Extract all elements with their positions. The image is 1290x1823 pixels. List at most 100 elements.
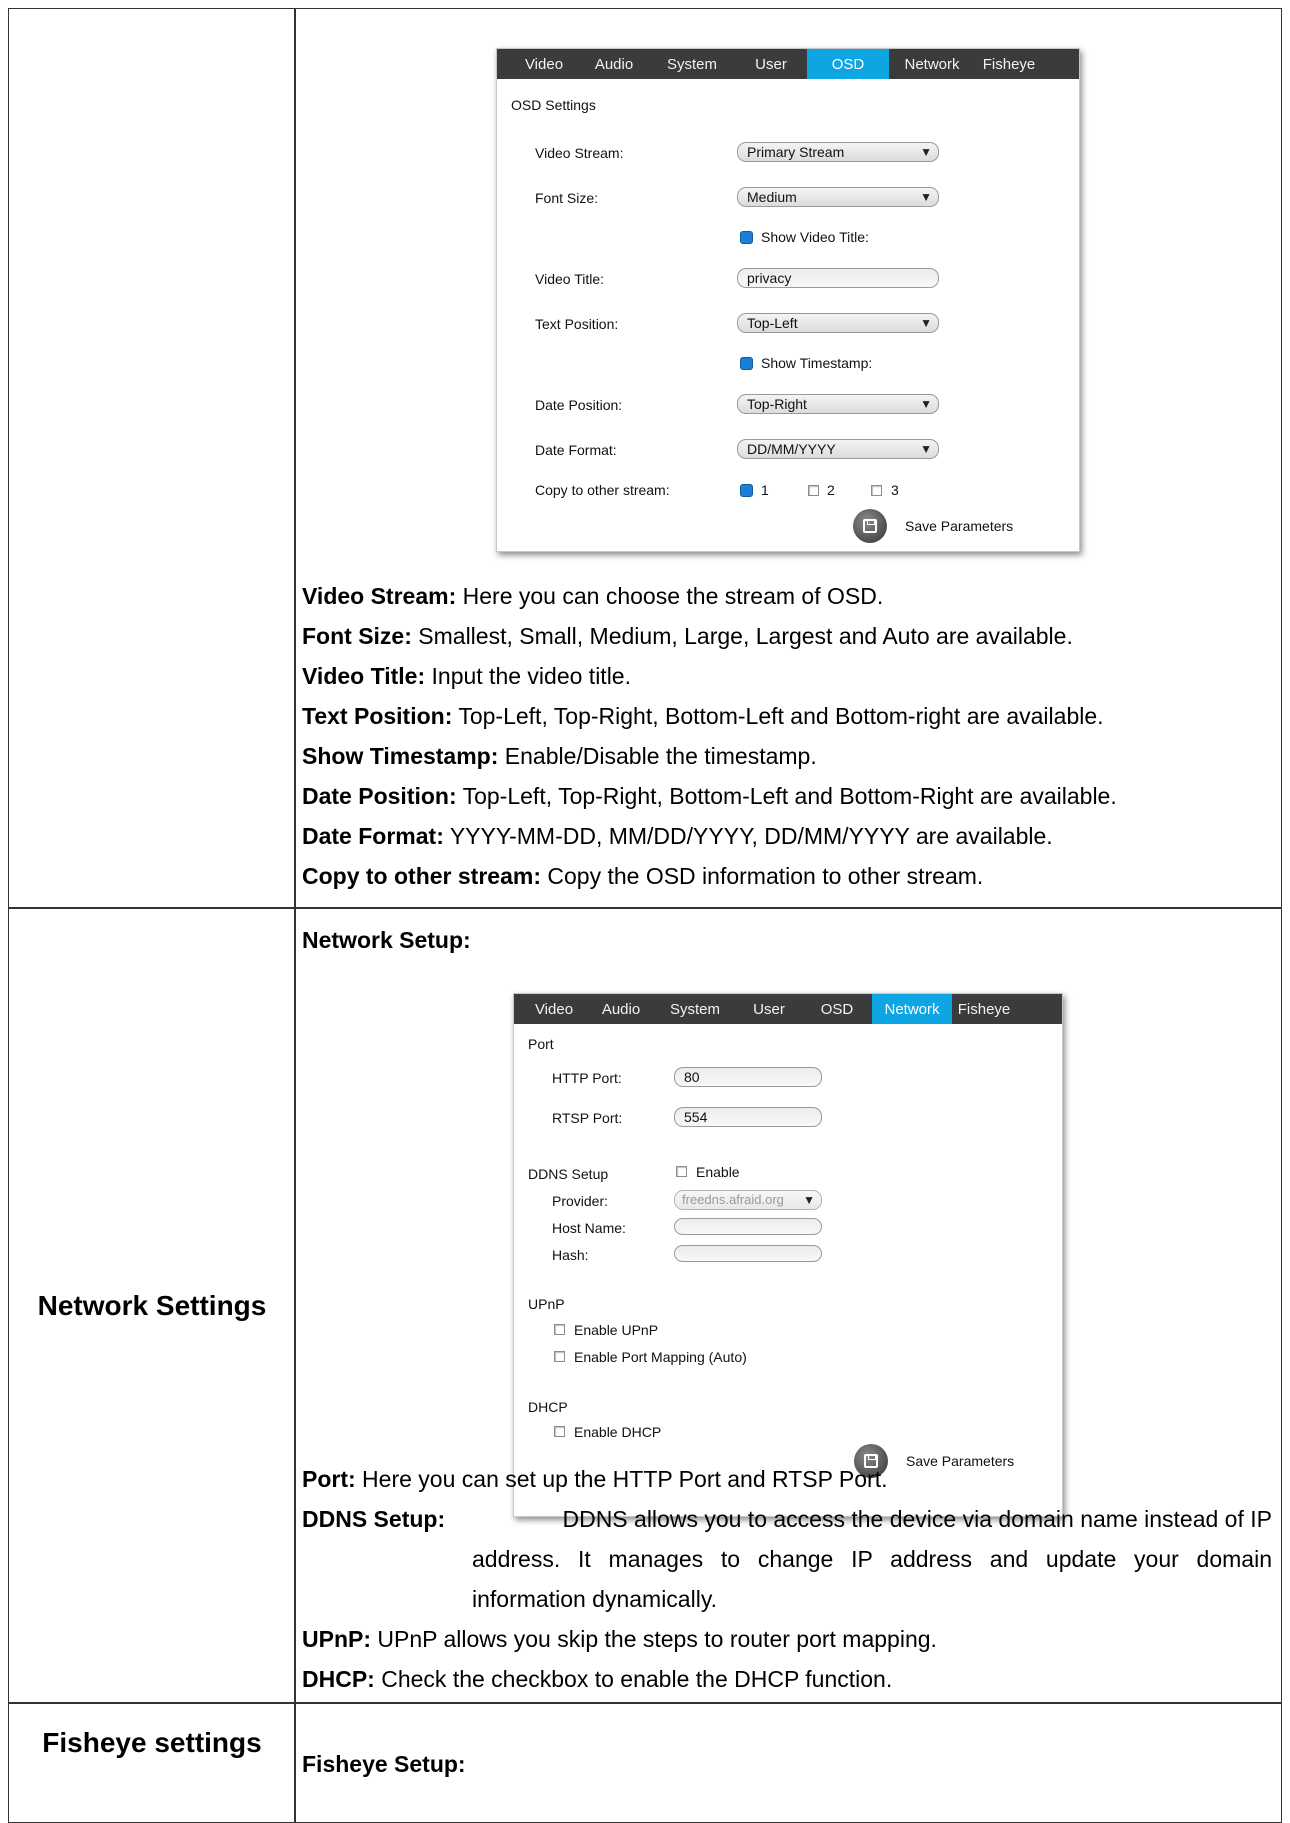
tab-network[interactable]: Network — [889, 49, 975, 79]
tab-audio[interactable]: Audio — [588, 994, 654, 1024]
desc-date-position: Date Position: Top-Left, Top-Right, Bott… — [302, 783, 1117, 809]
tab-video[interactable]: Video — [509, 49, 579, 79]
video-stream-label: Video Stream: — [535, 145, 624, 161]
tab-osd[interactable]: OSD — [807, 49, 889, 79]
date-format-label: Date Format: — [535, 442, 617, 458]
video-stream-select[interactable]: Primary Stream ▼ — [737, 142, 939, 162]
floppy-disk-icon — [863, 519, 877, 533]
enable-dhcp-label: Enable DHCP — [574, 1424, 662, 1440]
desc-show-timestamp: Show Timestamp: Enable/Disable the times… — [302, 743, 817, 769]
chevron-down-icon: ▼ — [920, 316, 932, 330]
tab-system[interactable]: System — [654, 994, 736, 1024]
network-settings-panel: Video Audio System User OSD Network Fish… — [513, 993, 1063, 1517]
desc-video-title: Video Title: Input the video title. — [302, 663, 631, 689]
desc-font-size: Font Size: Smallest, Small, Medium, Larg… — [302, 623, 1073, 649]
tab-fisheye[interactable]: Fisheye — [952, 994, 1016, 1024]
host-name-input[interactable] — [674, 1218, 822, 1235]
osd-settings-heading: OSD Settings — [511, 97, 596, 113]
copy-stream-1-label: 1 — [761, 482, 769, 498]
desc-upnp: UPnP: UPnP allows you skip the steps to … — [302, 1626, 937, 1652]
tab-video[interactable]: Video — [520, 994, 588, 1024]
fisheye-setup-heading: Fisheye Setup: — [302, 1751, 466, 1777]
chevron-down-icon: ▼ — [803, 1193, 815, 1207]
enable-dhcp-checkbox[interactable] — [554, 1426, 565, 1437]
tab-audio[interactable]: Audio — [579, 49, 649, 79]
network-tab-bar: Video Audio System User OSD Network Fish… — [514, 994, 1062, 1024]
show-timestamp-label: Show Timestamp: — [761, 355, 873, 371]
rtsp-port-label: RTSP Port: — [552, 1110, 623, 1126]
chevron-down-icon: ▼ — [920, 442, 932, 456]
osd-tab-bar: Video Audio System User OSD Network Fish… — [497, 49, 1079, 79]
provider-select[interactable]: freedns.afraid.org ▼ — [674, 1190, 822, 1210]
desc-ddns: DDNS Setup: DDNS allows you to access th… — [302, 1506, 1272, 1612]
dhcp-heading: DHCP — [528, 1399, 568, 1415]
network-settings-label: Network Settings — [8, 907, 296, 1704]
network-descriptions: Port: Here you can set up the HTTP Port … — [302, 1459, 888, 1499]
enable-upnp-label: Enable UPnP — [574, 1322, 659, 1338]
network-setup-heading: Network Setup: — [302, 927, 471, 953]
show-video-title-label: Show Video Title: — [761, 229, 869, 245]
video-title-input[interactable]: privacy — [737, 268, 939, 288]
rtsp-port-input[interactable]: 554 — [674, 1107, 822, 1127]
date-position-label: Date Position: — [535, 397, 623, 413]
row1-label-cell — [8, 8, 296, 909]
upnp-heading: UPnP — [528, 1296, 565, 1312]
osd-save-label[interactable]: Save Parameters — [905, 518, 1013, 534]
text-position-value: Top-Left — [747, 315, 798, 331]
chevron-down-icon: ▼ — [920, 397, 932, 411]
desc-copy-to-other-stream: Copy to other stream: Copy the OSD infor… — [302, 863, 984, 889]
enable-port-mapping-checkbox[interactable] — [554, 1351, 565, 1362]
tab-user[interactable]: User — [736, 994, 802, 1024]
date-position-select[interactable]: Top-Right ▼ — [737, 394, 939, 414]
desc-port: Port: Here you can set up the HTTP Port … — [302, 1466, 888, 1492]
video-title-label: Video Title: — [535, 271, 605, 287]
fisheye-settings-label: Fisheye settings — [8, 1702, 296, 1823]
video-stream-value: Primary Stream — [747, 144, 845, 160]
desc-date-format: Date Format: YYYY-MM-DD, MM/DD/YYYY, DD/… — [302, 823, 1053, 849]
desc-dhcp: DHCP: Check the checkbox to enable the D… — [302, 1666, 893, 1692]
copy-to-other-stream-label: Copy to other stream: — [535, 482, 670, 498]
tab-user[interactable]: User — [735, 49, 807, 79]
font-size-value: Medium — [747, 189, 797, 205]
tab-fisheye[interactable]: Fisheye — [975, 49, 1043, 79]
font-size-label: Font Size: — [535, 190, 599, 206]
copy-stream-2-label: 2 — [827, 482, 835, 498]
date-position-value: Top-Right — [747, 396, 807, 412]
provider-label: Provider: — [552, 1193, 609, 1209]
port-heading: Port — [528, 1036, 554, 1052]
chevron-down-icon: ▼ — [920, 190, 932, 204]
tab-system[interactable]: System — [649, 49, 735, 79]
provider-value: freedns.afraid.org — [682, 1192, 784, 1207]
text-position-label: Text Position: — [535, 316, 619, 332]
text-position-select[interactable]: Top-Left ▼ — [737, 313, 939, 333]
tab-network[interactable]: Network — [872, 994, 952, 1024]
copy-stream-3-label: 3 — [891, 482, 899, 498]
osd-descriptions: Video Stream: Here you can choose the st… — [302, 576, 1117, 896]
date-format-value: DD/MM/YYYY — [747, 441, 836, 457]
font-size-select[interactable]: Medium ▼ — [737, 187, 939, 207]
chevron-down-icon: ▼ — [920, 145, 932, 159]
show-video-title-checkbox[interactable] — [740, 231, 753, 244]
copy-stream-2-checkbox[interactable] — [808, 485, 819, 496]
ddns-setup-label: DDNS Setup — [528, 1166, 609, 1182]
network-save-label[interactable]: Save Parameters — [906, 1453, 1014, 1469]
enable-port-mapping-label: Enable Port Mapping (Auto) — [574, 1349, 747, 1365]
date-format-select[interactable]: DD/MM/YYYY ▼ — [737, 439, 939, 459]
show-timestamp-checkbox[interactable] — [740, 357, 753, 370]
http-port-input[interactable]: 80 — [674, 1067, 822, 1087]
enable-upnp-checkbox[interactable] — [554, 1324, 565, 1335]
hash-label: Hash: — [552, 1247, 589, 1263]
osd-settings-panel: Video Audio System User OSD Network Fish… — [496, 48, 1080, 552]
manual-table: Network Settings Fisheye settings Video … — [0, 0, 1290, 1823]
copy-stream-3-checkbox[interactable] — [871, 485, 882, 496]
desc-video-stream: Video Stream: Here you can choose the st… — [302, 583, 884, 609]
tab-osd[interactable]: OSD — [802, 994, 872, 1024]
host-name-label: Host Name: — [552, 1220, 626, 1236]
hash-input[interactable] — [674, 1245, 822, 1262]
ddns-enable-checkbox[interactable] — [676, 1166, 687, 1177]
copy-stream-1-checkbox[interactable] — [740, 484, 753, 497]
http-port-label: HTTP Port: — [552, 1070, 622, 1086]
osd-save-button[interactable] — [853, 509, 887, 543]
ddns-enable-label: Enable — [696, 1164, 740, 1180]
desc-text-position: Text Position: Top-Left, Top-Right, Bott… — [302, 703, 1104, 729]
